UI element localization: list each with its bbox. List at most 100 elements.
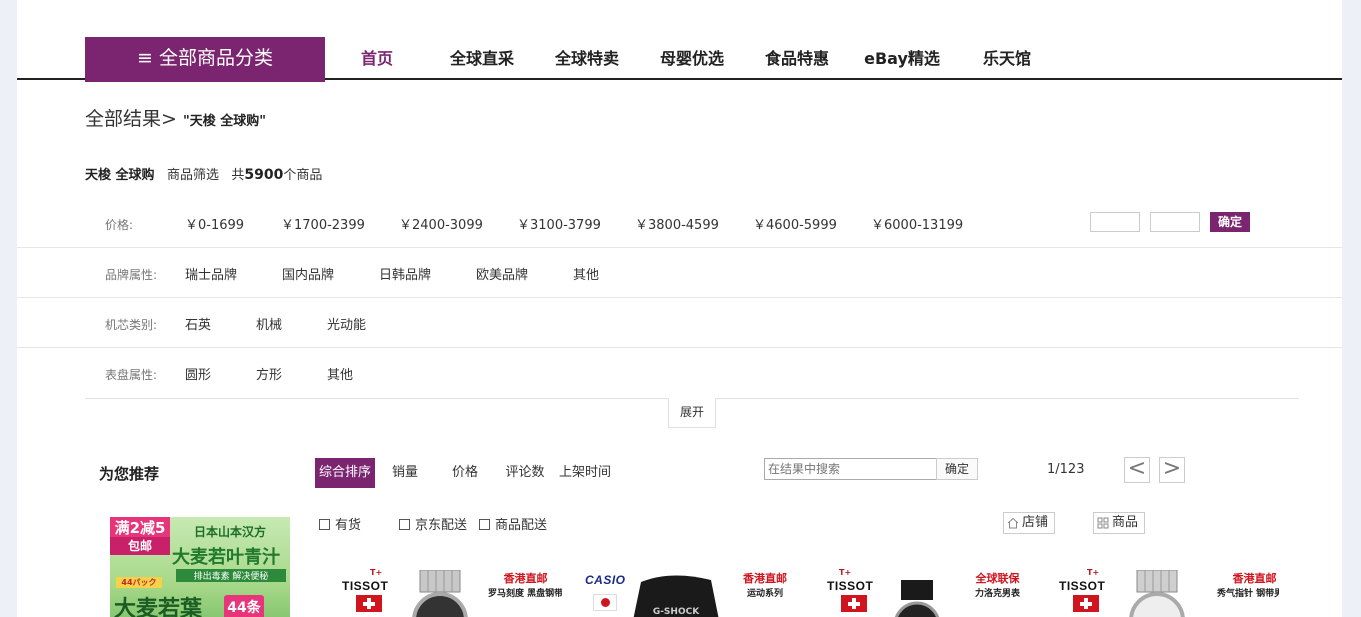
movement-option[interactable]: 石英	[185, 314, 211, 333]
prev-page-button[interactable]: <	[1124, 457, 1150, 483]
sort-comprehensive[interactable]: 综合排序	[315, 458, 375, 488]
promo-line3: 排出毒素 解决便秘	[176, 569, 286, 582]
product-tag: 香港直邮 秀气指针 钢带男表	[1217, 570, 1279, 599]
product-brand: TISSOT	[342, 579, 389, 593]
breadcrumb-root[interactable]: 全部结果	[85, 108, 161, 130]
movement-option[interactable]: 光动能	[327, 314, 366, 333]
nav-item-ebay[interactable]: eBay精选	[861, 37, 943, 80]
price-option[interactable]: ￥3100-3799	[517, 214, 601, 233]
promo-tag: 满2减5 包邮	[110, 517, 170, 555]
view-store-button[interactable]: 店铺	[1003, 512, 1055, 534]
view-product-button[interactable]: 商品	[1093, 512, 1145, 534]
promo-tag-bottom: 包邮	[110, 537, 170, 555]
page: ≡ 全部商品分类 首页 全球直采 全球特卖 母婴优选 食品特惠 eBay精选 乐…	[17, 0, 1342, 617]
price-confirm-button[interactable]: 确定	[1210, 212, 1250, 232]
dial-option[interactable]: 其他	[327, 364, 353, 383]
filter-row-brand: 品牌属性: 瑞士品牌 国内品牌 日韩品牌 欧美品牌 其他	[17, 248, 1342, 298]
product-brand: CASIO	[585, 573, 626, 587]
price-min-input[interactable]	[1090, 212, 1140, 232]
sort-newest[interactable]: 上架时间	[557, 458, 613, 488]
price-option[interactable]: ￥6000-13199	[871, 214, 963, 233]
filter-row-price: 价格: ￥0-1699 ￥1700-2399 ￥2400-3099 ￥3100-…	[17, 198, 1342, 248]
home-icon	[1007, 517, 1019, 529]
movement-option[interactable]: 机械	[256, 314, 282, 333]
product-card[interactable]: T+ TISSOT 香港直邮 罗马刻度 黑盘钢带	[342, 568, 562, 617]
swiss-flag-icon	[841, 595, 867, 612]
nav-item-home[interactable]: 首页	[347, 37, 407, 80]
next-page-button[interactable]: >	[1159, 457, 1185, 483]
checkbox-icon[interactable]	[479, 519, 490, 530]
promo-banner[interactable]: 满2减5 包邮 日本山本汉方 大麦若叶青汁 排出毒素 解决便秘 44パック 大麦…	[110, 517, 290, 617]
product-brand: TISSOT	[1059, 579, 1106, 593]
brand-option[interactable]: 瑞士品牌	[185, 264, 237, 283]
price-option[interactable]: ￥3800-4599	[635, 214, 719, 233]
breadcrumb-query: "天梭 全球购"	[182, 114, 267, 129]
price-option[interactable]: ￥2400-3099	[399, 214, 483, 233]
nav-item-food[interactable]: 食品特惠	[757, 37, 837, 80]
checkbox-icon[interactable]	[399, 519, 410, 530]
sort-price[interactable]: 价格	[447, 458, 483, 488]
product-tag: 香港直邮 罗马刻度 黑盘钢带	[488, 570, 562, 599]
japan-flag-icon	[593, 594, 617, 611]
filter-label-brand: 品牌属性:	[105, 268, 158, 282]
tissot-logo-icon: T+	[1087, 568, 1100, 577]
product-card[interactable]: T+ TISSOT 全球联保 力洛克男表	[827, 568, 1047, 617]
price-max-input[interactable]	[1150, 212, 1200, 232]
filter-row-movement: 机芯类别: 石英 机械 光动能	[17, 298, 1342, 348]
search-confirm-button[interactable]: 确定	[936, 458, 978, 480]
brand-option[interactable]: 欧美品牌	[476, 264, 528, 283]
summary-keyword: 天梭 全球购	[85, 168, 155, 183]
page-indicator: 1/123	[1047, 462, 1085, 477]
filter-in-stock[interactable]: 有货	[319, 514, 361, 533]
product-tag-main: 香港直邮	[743, 572, 787, 585]
watch-image	[1129, 570, 1185, 617]
price-option[interactable]: ￥4600-5999	[753, 214, 837, 233]
filter-jd-delivery[interactable]: 京东配送	[399, 514, 467, 533]
main-nav: ≡ 全部商品分类 首页 全球直采 全球特卖 母婴优选 食品特惠 eBay精选 乐…	[17, 37, 1342, 82]
promo-tag-top: 满2减5	[114, 519, 166, 537]
product-tag-sub: 力洛克男表	[975, 589, 1021, 599]
summary-filter-label: 商品筛选	[166, 168, 219, 183]
tissot-logo-icon: T+	[370, 568, 383, 577]
product-card[interactable]: CASIO G-SHOCK 香港直邮 运动系列	[585, 568, 805, 617]
promo-line2: 大麦若叶青汁	[172, 547, 280, 568]
swiss-flag-icon	[356, 595, 382, 612]
promo-count: 44条	[224, 595, 264, 617]
brand-option[interactable]: 其他	[573, 264, 599, 283]
promo-badge: 44パック	[116, 577, 162, 588]
product-tag-sub: 罗马刻度 黑盘钢带	[488, 589, 562, 599]
nav-item-global-sale[interactable]: 全球特卖	[547, 37, 627, 80]
grid-icon	[1097, 517, 1109, 529]
nav-item-baby[interactable]: 母婴优选	[652, 37, 732, 80]
checkbox-icon[interactable]	[319, 519, 330, 530]
check-label: 商品配送	[495, 518, 548, 533]
dial-option[interactable]: 方形	[256, 364, 282, 383]
view-product-label: 商品	[1112, 515, 1139, 530]
swiss-flag-icon	[1073, 595, 1099, 612]
promo-line4: 大麦若葉	[114, 597, 203, 617]
filter-row-dial: 表盘属性: 圆形 方形 其他	[17, 348, 1342, 398]
summary-count: 5900	[244, 167, 284, 183]
product-tag-main: 香港直邮	[503, 572, 548, 585]
expand-filters-button[interactable]: 展开	[668, 398, 716, 428]
product-card[interactable]: T+ TISSOT 香港直邮 秀气指针 钢带男表	[1059, 568, 1279, 617]
price-option[interactable]: ￥0-1699	[185, 214, 244, 233]
brand-option[interactable]: 国内品牌	[282, 264, 334, 283]
product-brand: TISSOT	[827, 579, 874, 593]
filter-label-price: 价格:	[105, 218, 134, 232]
nav-item-rakuten[interactable]: 乐天馆	[972, 37, 1042, 80]
filter-merchant-delivery[interactable]: 商品配送	[479, 514, 547, 533]
watch-image	[412, 570, 468, 617]
dial-option[interactable]: 圆形	[185, 364, 211, 383]
product-tag-main: 全球联保	[975, 572, 1020, 585]
search-in-results-input[interactable]	[764, 458, 937, 480]
all-categories-button[interactable]: ≡ 全部商品分类	[85, 37, 325, 82]
nav-item-global-direct[interactable]: 全球直采	[442, 37, 522, 80]
recommend-title: 为您推荐	[99, 465, 160, 483]
price-option[interactable]: ￥1700-2399	[281, 214, 365, 233]
brand-option[interactable]: 日韩品牌	[379, 264, 431, 283]
sort-sales[interactable]: 销量	[387, 458, 423, 488]
sort-reviews[interactable]: 评论数	[503, 458, 547, 488]
product-tag-sub: 运动系列	[746, 589, 783, 599]
svg-text:G-SHOCK: G-SHOCK	[653, 607, 700, 617]
